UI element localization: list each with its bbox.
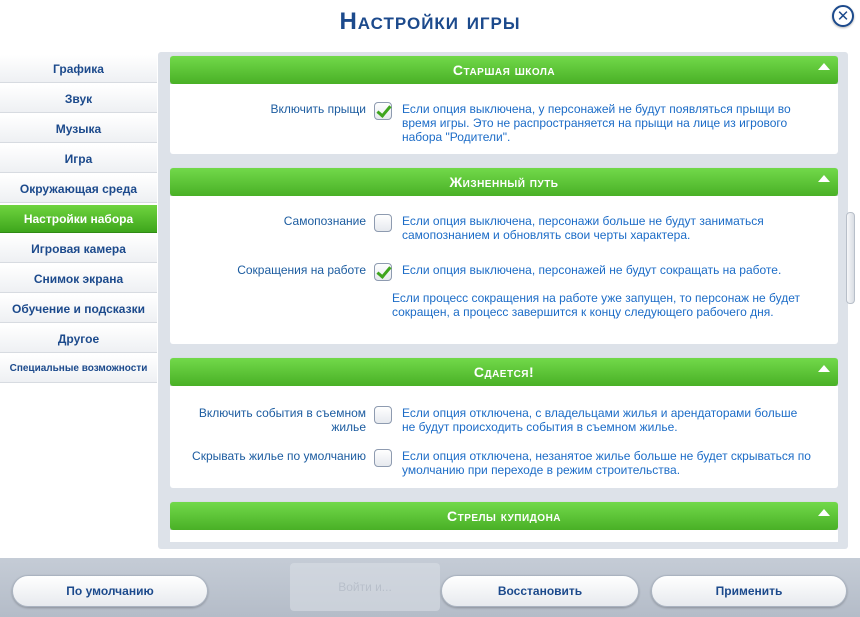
section-title: Старшая школа [452,62,556,78]
setting-label: Включить прыщи [270,102,366,116]
section-body-high-school: Включить прыщи Если опция выключена, у п… [170,84,838,154]
page-title: Настройки игры [339,8,521,35]
background-ghost-button: Войти и... [290,563,440,611]
sidebar-item-environment[interactable]: Окружающая среда [0,175,157,203]
setting-row-layoffs-note: Если процесс сокращения на работе уже за… [382,291,802,319]
setting-row-pimples: Включить прыщи Если опция выключена, у п… [170,102,812,144]
section-body-for-rent: Включить события в съемном жилье Если оп… [170,386,838,488]
setting-label: Самопознание [283,214,366,228]
collapse-chevron-icon[interactable] [818,365,830,372]
section-header-cupid[interactable]: Стрелы купидона [170,502,838,530]
setting-label: Скрывать жилье по умолчанию [192,449,366,463]
title-bar: Настройки игры [0,0,860,50]
scrollbar-thumb[interactable] [846,212,855,304]
pimples-checkbox[interactable] [374,102,392,120]
setting-description: Если опция отключена, незанятое жилье бо… [402,449,811,477]
sidebar-item-camera[interactable]: Игровая камера [0,235,157,263]
section-title: Стрелы купидона [446,508,562,524]
section-header-for-rent[interactable]: Сдается! [170,358,838,386]
section-body-cupid [170,530,838,542]
sidebar-item-pack-settings[interactable]: Настройки набора [0,205,157,233]
setting-description: Если опция отключена, с владельцами жиль… [402,406,798,434]
section-title: Сдается! [473,364,535,380]
setting-row-layoffs: Сокращения на работе Если опция выключен… [170,263,812,281]
settings-sidebar: Графика Звук Музыка Игра Окружающая сред… [0,55,157,395]
sidebar-item-tutorial[interactable]: Обучение и подсказки [0,295,157,323]
setting-description: Если опция выключена, персонажей не буду… [402,263,782,277]
sidebar-item-graphics[interactable]: Графика [0,55,157,83]
default-button[interactable]: По умолчанию [12,575,208,607]
setting-label: Сокращения на работе [237,263,366,277]
section-header-high-school[interactable]: Старшая школа [170,56,838,84]
section-title: Жизненный путь [449,174,559,190]
restore-button[interactable]: Восстановить [441,575,639,607]
sidebar-item-game[interactable]: Игра [0,145,157,173]
self-discovery-checkbox[interactable] [374,214,392,232]
section-header-life-path[interactable]: Жизненный путь [170,168,838,196]
setting-label: Включить события в съемном жилье [198,406,366,434]
rental-events-checkbox[interactable] [374,406,392,424]
settings-panel: Старшая школа Включить прыщи Если опция … [158,52,848,549]
hide-housing-checkbox[interactable] [374,449,392,467]
apply-button[interactable]: Применить [651,575,847,607]
collapse-chevron-icon[interactable] [818,175,830,182]
setting-row-rental-events: Включить события в съемном жилье Если оп… [170,406,812,434]
section-body-life-path: Самопознание Если опция выключена, персо… [170,196,838,344]
settings-scroll-area[interactable]: Старшая школа Включить прыщи Если опция … [170,54,838,542]
setting-row-self-discovery: Самопознание Если опция выключена, персо… [170,214,812,242]
close-icon[interactable]: ✕ [832,5,854,27]
sidebar-item-sound[interactable]: Звук [0,85,157,113]
layoffs-checkbox[interactable] [374,263,392,281]
setting-description: Если опция выключена, у персонажей не бу… [402,102,791,144]
sidebar-item-music[interactable]: Музыка [0,115,157,143]
sidebar-item-screenshot[interactable]: Снимок экрана [0,265,157,293]
setting-description: Если опция выключена, персонажи больше н… [402,214,764,242]
collapse-chevron-icon[interactable] [818,63,830,70]
setting-description-extra: Если процесс сокращения на работе уже за… [392,291,800,319]
sidebar-item-other[interactable]: Другое [0,325,157,353]
collapse-chevron-icon[interactable] [818,509,830,516]
setting-row-hide-housing: Скрывать жилье по умолчанию Если опция о… [170,449,812,477]
sidebar-item-accessibility[interactable]: Специальные возможности [0,355,157,383]
